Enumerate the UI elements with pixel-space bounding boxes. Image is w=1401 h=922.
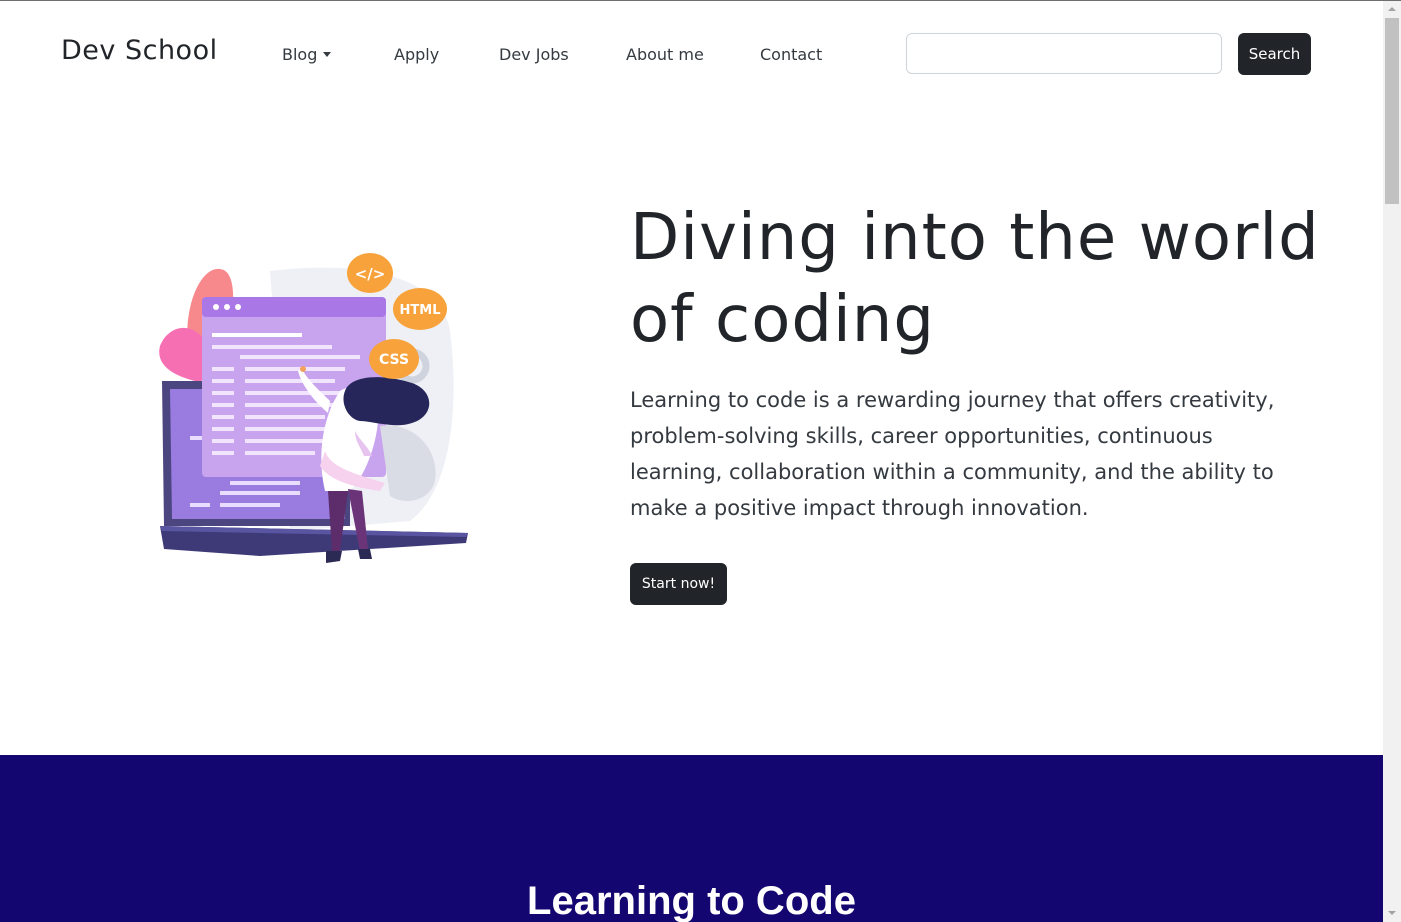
scroll-up-arrow-icon[interactable] [1383, 1, 1401, 18]
hero-title: Diving into the world of coding [630, 201, 1320, 357]
scroll-down-arrow-icon[interactable] [1383, 905, 1401, 922]
section-title: Learning to Code [527, 879, 856, 922]
hero-description: Learning to code is a rewarding journey … [630, 388, 1275, 520]
search-button[interactable]: Search [1238, 33, 1311, 75]
code-tag-badge: </> [355, 265, 386, 283]
learning-section: Learning to Code [0, 755, 1383, 922]
brand-logo[interactable]: Dev School [61, 35, 218, 66]
developer-laptop-illustration: </> HTML CSS [159, 253, 468, 563]
nav-dev-jobs[interactable]: Dev Jobs [499, 45, 569, 64]
nav-contact[interactable]: Contact [760, 45, 822, 64]
nav-blog-dropdown[interactable]: Blog [282, 45, 332, 64]
caret-down-icon [323, 52, 332, 57]
html-badge: HTML [400, 303, 441, 318]
nav-blog-label: Blog [282, 45, 318, 64]
css-badge: CSS [379, 352, 409, 368]
nav-apply[interactable]: Apply [394, 45, 439, 64]
start-now-button[interactable]: Start now! [630, 563, 727, 605]
vertical-scrollbar[interactable] [1383, 1, 1401, 922]
page: Dev School Blog Apply Dev Jobs About me … [0, 1, 1383, 922]
coding-illustration: </> HTML CSS [150, 251, 470, 571]
scrollbar-thumb[interactable] [1385, 18, 1399, 204]
search-input[interactable] [906, 33, 1222, 74]
nav-about-me[interactable]: About me [626, 45, 704, 64]
